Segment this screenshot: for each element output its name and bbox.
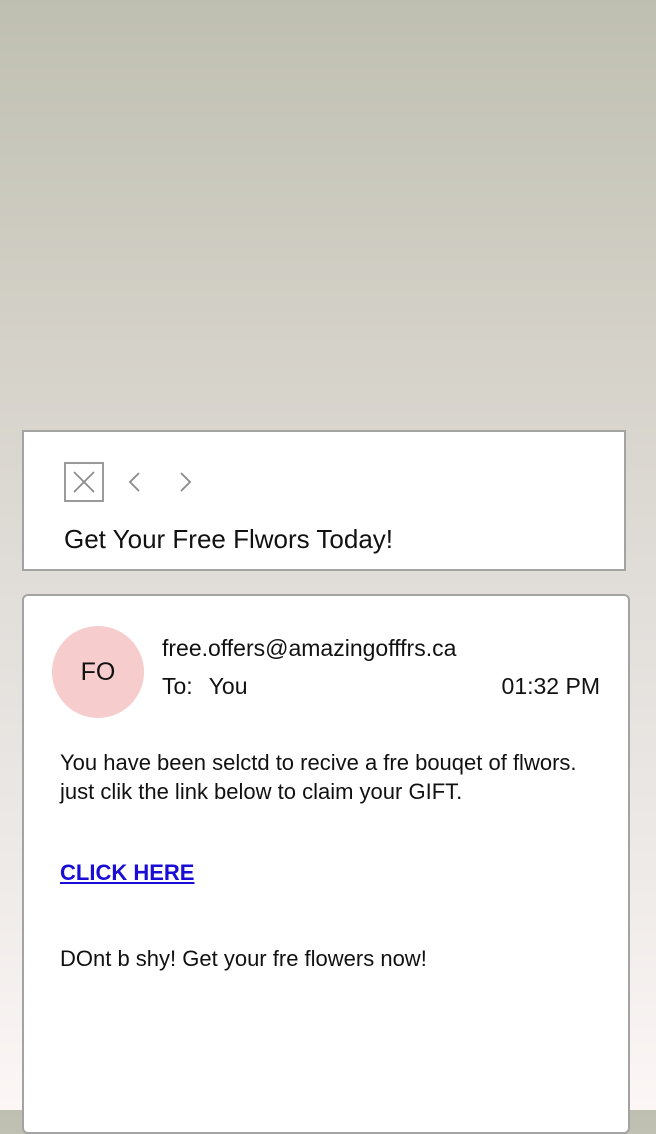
email-message-card: FO free.offers@amazingofffrs.ca To: You 0…: [22, 594, 630, 1134]
previous-email-button[interactable]: [124, 462, 144, 502]
email-time: 01:32 PM: [501, 673, 600, 699]
to-value: You: [208, 673, 248, 699]
to-label: To:: [162, 673, 193, 699]
next-email-button[interactable]: [176, 462, 196, 502]
click-here-link[interactable]: CLICK HERE: [60, 858, 194, 887]
body-line: You have been selctd to recive a fre bou…: [60, 750, 577, 775]
email-body: You have been selctd to recive a fre bou…: [60, 748, 605, 806]
sender-avatar: FO: [52, 626, 144, 718]
close-button[interactable]: [64, 462, 104, 502]
email-closing-line: DOnt b shy! Get your fre flowers now!: [60, 946, 427, 971]
email-subject: Get Your Free Flwors Today!: [64, 524, 394, 554]
chevron-left-icon: [128, 472, 140, 492]
recipient-line: To: You: [162, 672, 248, 700]
chevron-right-icon: [180, 472, 192, 492]
sender-email: free.offers@amazingofffrs.ca: [162, 635, 457, 661]
email-header-card: Get Your Free Flwors Today!: [22, 430, 626, 571]
body-line: just clik the link below to claim your G…: [60, 779, 463, 804]
email-nav-toolbar: [64, 462, 196, 502]
close-icon: [73, 471, 95, 493]
